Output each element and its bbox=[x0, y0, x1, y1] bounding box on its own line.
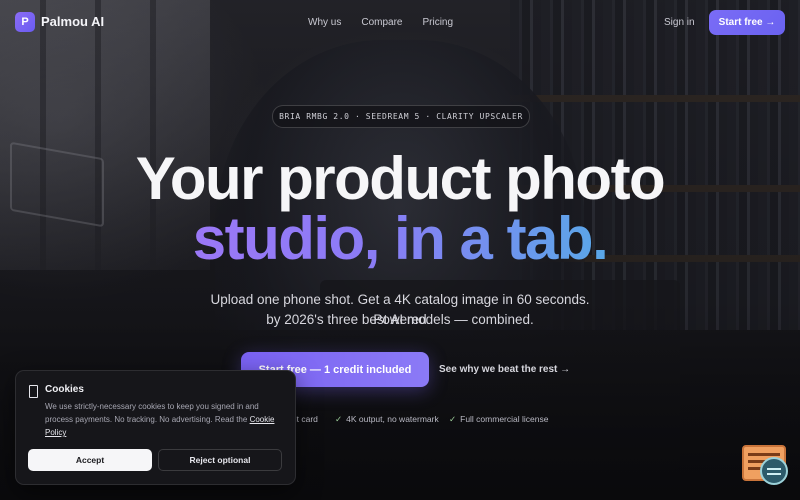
cookie-body-text: We use strictly-necessary cookies to kee… bbox=[45, 402, 259, 424]
trust-item-license: ✓ Full commercial license bbox=[449, 414, 548, 425]
start-free-button[interactable]: Start free → bbox=[709, 10, 785, 35]
trust-item-4k: ✓ 4K output, no watermark bbox=[335, 414, 439, 425]
cookie-icon bbox=[29, 385, 38, 398]
trust-item-text: Full commercial license bbox=[460, 414, 549, 424]
headline-gradient-text: studio, in a tab. bbox=[192, 205, 609, 272]
headline-line-2: studio, in a tab. bbox=[0, 208, 800, 270]
nav-link-pricing[interactable]: Pricing bbox=[422, 17, 453, 28]
brand-name[interactable]: Palmou AI bbox=[41, 14, 104, 29]
headline-line-1: Your product photo bbox=[135, 145, 666, 212]
secondary-cta-link[interactable]: See why we beat the rest → bbox=[439, 364, 570, 375]
accept-cookies-button[interactable]: Accept bbox=[28, 449, 152, 471]
nav-link-compare[interactable]: Compare bbox=[361, 17, 402, 28]
cookie-body: We use strictly-necessary cookies to kee… bbox=[45, 400, 285, 439]
nav-links: Why us Compare Pricing bbox=[308, 17, 453, 28]
check-icon: ✓ bbox=[449, 414, 457, 424]
cookie-banner: Cookies We use strictly-necessary cookie… bbox=[15, 370, 296, 485]
cookie-title: Cookies bbox=[45, 384, 84, 395]
reject-optional-cookies-button[interactable]: Reject optional bbox=[158, 449, 282, 471]
trust-item-text: 4K output, no watermark bbox=[346, 414, 439, 424]
logo-mark[interactable]: P bbox=[15, 12, 35, 32]
chat-widget-icon[interactable] bbox=[742, 445, 790, 487]
sign-in-link[interactable]: Sign in bbox=[664, 17, 695, 28]
widget-chat-bubble-icon bbox=[760, 457, 788, 485]
subheadline-line-2: by 2026's three best AI models — combine… bbox=[266, 312, 534, 327]
check-icon: ✓ bbox=[335, 414, 343, 424]
model-badge: BRIA RMBG 2.0 · SEEDREAM 5 · CLARITY UPS… bbox=[272, 105, 530, 128]
nav-link-why-us[interactable]: Why us bbox=[308, 17, 341, 28]
top-navigation: P Palmou AI Why us Compare Pricing Sign … bbox=[0, 0, 800, 44]
